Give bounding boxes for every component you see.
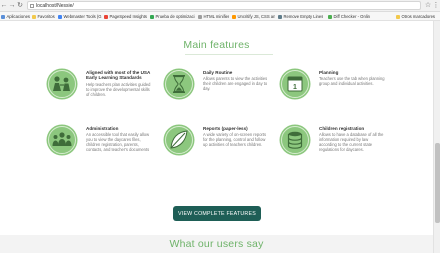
bookmark-webmaster-tools[interactable]: Webmaster Tools (G — [58, 13, 102, 20]
diff-icon — [328, 14, 332, 19]
feature-item: Aligned with most of the USA Early Learn… — [46, 68, 156, 120]
browser-menu-button[interactable]: ⋮ — [432, 1, 440, 10]
bookmark-apps[interactable]: Aplicaciones — [1, 13, 30, 20]
bookmark-uncritify[interactable]: Uncritify JS, CSS an — [232, 13, 275, 20]
bookmark-pagespeed[interactable]: PageSpeed Insights — [104, 13, 147, 20]
bookmark-remove-empty-lines[interactable]: Remove Empty Lines — [278, 13, 323, 20]
back-button[interactable]: ← — [0, 1, 8, 10]
folder-icon — [396, 14, 400, 19]
forward-button[interactable]: → — [8, 1, 16, 10]
feature-description: An accessible tool that easily allow you… — [86, 132, 150, 152]
feature-item: Administration An accessible tool that e… — [46, 124, 156, 180]
testimonials-section: What our users say — [0, 235, 433, 253]
reload-button[interactable]: ↻ — [16, 1, 24, 10]
feature-description: Allows to have a database of all the inf… — [319, 132, 384, 152]
page-scrollbar[interactable] — [433, 21, 440, 253]
feature-description: Teachers use the tab when planning group… — [319, 76, 385, 86]
scrollbar-thumb[interactable] — [435, 143, 440, 223]
address-bar[interactable]: localhost/Nessie/ — [27, 1, 421, 10]
title-underline — [185, 54, 273, 55]
main-features-title: Main features — [183, 39, 250, 51]
page-content: Main features Aligned with most of the U… — [0, 21, 433, 253]
page-icon — [278, 14, 282, 19]
testimonials-title: What our users say — [169, 238, 264, 250]
folder-icon — [32, 14, 36, 19]
bookmarks-bar: Aplicaciones Favoritos Webmaster Tools (… — [0, 12, 440, 21]
bookmark-prueba-optimizacion[interactable]: Prueba de optimizaci — [150, 13, 195, 20]
view-complete-features-button[interactable]: VIEW COMPLETE FEATURES — [173, 206, 261, 221]
svg-text:1: 1 — [293, 84, 297, 91]
optimization-icon — [150, 14, 154, 19]
feature-item: 1 Planning Teachers use the tab when pla… — [279, 68, 389, 120]
bookmark-star-button[interactable]: ☆ — [424, 1, 432, 10]
children-icon — [46, 68, 78, 100]
address-bar-url: localhost/Nessie/ — [36, 2, 74, 9]
feature-item: Children registration Allows to have a d… — [279, 124, 389, 180]
bookmark-html-minifier[interactable]: HTML minifier — [198, 13, 229, 20]
feature-item: Daily Routine Allows parents to view the… — [163, 68, 273, 120]
bookmark-favoritos[interactable]: Favoritos — [32, 13, 55, 20]
bookmark-other-bookmarks[interactable]: Otros marcadores — [396, 13, 435, 20]
feature-description: A wide variety of on-screen reports for … — [203, 132, 267, 147]
feature-title: Reports (paper-less) — [203, 126, 248, 131]
hourglass-icon — [163, 68, 195, 100]
database-icon — [279, 124, 311, 156]
apps-icon — [1, 14, 5, 19]
feature-item: Reports (paper-less) A wide variety of o… — [163, 124, 273, 180]
feature-title: Planning — [319, 70, 339, 75]
page-icon — [30, 3, 34, 8]
bookmark-diff-checker[interactable]: Diff Checker - Onlin — [328, 13, 370, 20]
browser-toolbar: ← → ↻ localhost/Nessie/ ☆ ⋮ — [0, 0, 440, 12]
group-icon — [46, 124, 78, 156]
feature-title: Children registration — [319, 126, 365, 131]
page-icon — [198, 14, 202, 19]
calendar-icon: 1 — [279, 68, 311, 100]
feature-description: Help teachers plan activities guided to … — [86, 82, 151, 97]
feature-description: Allows parents to view the activities th… — [203, 76, 268, 91]
page-icon — [232, 14, 236, 19]
leaf-icon — [163, 124, 195, 156]
feature-title: Daily Routine — [203, 70, 233, 75]
pagespeed-icon — [104, 14, 108, 19]
google-icon — [58, 14, 62, 19]
feature-title: Aligned with most of the USA Early Learn… — [86, 70, 151, 81]
feature-title: Administration — [86, 126, 119, 131]
